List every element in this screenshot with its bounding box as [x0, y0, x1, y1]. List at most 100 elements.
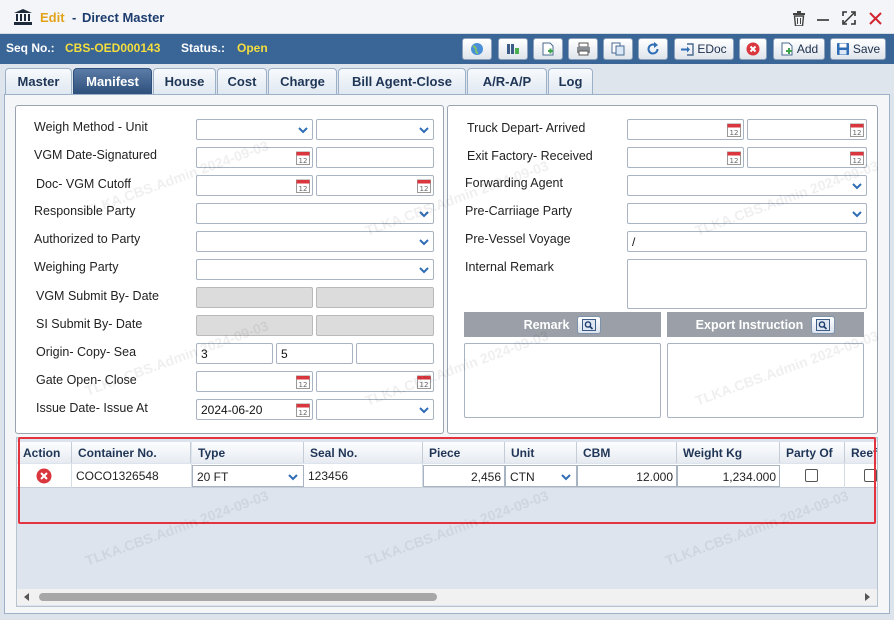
col-party-of[interactable]: Party Of [780, 442, 845, 463]
calendar-icon: 12 [727, 151, 741, 165]
chevron-down-icon [419, 239, 429, 246]
doc-cutoff-input[interactable]: 12 [196, 175, 313, 196]
si-submit-date-input [316, 315, 434, 336]
seal-no-value: 123456 [308, 469, 349, 483]
batch-icon [507, 44, 519, 54]
tab-manifest[interactable]: Manifest [73, 68, 152, 94]
delete-window-button[interactable] [790, 9, 808, 27]
factory-received-input[interactable]: 12 [747, 147, 867, 168]
piece-value: 2,456 [470, 470, 501, 484]
tab-cost[interactable]: Cost [217, 68, 267, 94]
globe-icon [471, 43, 483, 55]
issue-date-input[interactable]: 2024-06-20 12 [196, 399, 313, 420]
export-instruction-lookup-button[interactable] [811, 315, 836, 334]
col-unit[interactable]: Unit [505, 442, 577, 463]
delete-row-button[interactable] [17, 464, 72, 488]
vgm-date-input[interactable]: 12 [196, 147, 313, 168]
refresh-button[interactable] [638, 38, 668, 60]
new-document-button[interactable] [533, 38, 563, 60]
save-button[interactable]: Save [830, 38, 886, 60]
issue-date-label: Issue Date- Issue At [36, 401, 148, 415]
authorized-party-select[interactable] [196, 231, 434, 252]
pre-carriage-select[interactable] [627, 203, 867, 224]
copy-button[interactable] [603, 38, 633, 60]
col-container-no[interactable]: Container No. [72, 442, 191, 463]
pre-vessel-input[interactable]: / [627, 231, 867, 252]
edoc-button[interactable]: EDoc [674, 38, 734, 60]
unit-value: CTN [510, 470, 535, 484]
internal-remark-textarea[interactable] [627, 259, 867, 309]
forwarding-agent-select[interactable] [627, 175, 867, 196]
tab-bill-agent-close[interactable]: Bill Agent-Close [338, 68, 466, 94]
remark-textarea[interactable] [464, 343, 661, 418]
globe-button[interactable] [462, 38, 492, 60]
gate-close-input[interactable]: 12 [316, 371, 434, 392]
record-toolbar: Seq No.: CBS-OED000143 Status.: Open EDo… [0, 34, 894, 64]
col-weight-kg[interactable]: Weight Kg [677, 442, 780, 463]
origin-copy-sea-label: Origin- Copy- Sea [36, 345, 137, 359]
delete-icon [36, 468, 52, 484]
vgm-signatured-input[interactable] [316, 147, 434, 168]
col-reef[interactable]: Reef [845, 442, 877, 463]
tab-log[interactable]: Log [548, 68, 593, 94]
party-of-checkbox[interactable] [805, 469, 818, 482]
pre-vessel-label: Pre-Vessel Voyage [465, 232, 571, 246]
gate-open-input[interactable]: 12 [196, 371, 313, 392]
tab-master[interactable]: Master [5, 68, 72, 94]
col-action[interactable]: Action [17, 442, 72, 463]
weight-kg-input[interactable]: 1,234.000 [677, 465, 780, 487]
col-piece[interactable]: Piece [423, 442, 505, 463]
unit-select[interactable]: CTN [505, 465, 577, 487]
cancel-icon [746, 42, 760, 56]
responsible-party-select[interactable] [196, 203, 434, 224]
maximize-button[interactable] [840, 9, 858, 27]
reef-checkbox[interactable] [864, 469, 877, 482]
container-no-cell[interactable]: COCO1326548 [72, 464, 192, 488]
minimize-button[interactable] [814, 9, 832, 27]
issue-date-value: 2024-06-20 [201, 403, 263, 417]
cancel-record-button[interactable] [739, 38, 767, 60]
truck-arrived-input[interactable]: 12 [747, 119, 867, 140]
scrollbar-thumb[interactable] [39, 593, 437, 601]
vgm-cutoff-input[interactable]: 12 [316, 175, 434, 196]
weigh-unit-select[interactable] [316, 119, 434, 140]
sea-input[interactable] [356, 343, 434, 364]
minimize-icon [817, 19, 829, 21]
origin-input[interactable]: 3 [196, 343, 273, 364]
window-title: Direct Master [82, 10, 165, 25]
svg-text:12: 12 [420, 185, 429, 193]
add-button[interactable]: Add [773, 38, 825, 60]
exit-factory-input[interactable]: 12 [627, 147, 744, 168]
scroll-right-icon[interactable] [863, 593, 871, 601]
svg-text:12: 12 [853, 129, 862, 137]
truck-depart-input[interactable]: 12 [627, 119, 744, 140]
batch-button[interactable] [498, 38, 528, 60]
horizontal-scrollbar[interactable] [17, 589, 877, 605]
window-mode: Edit [40, 10, 65, 25]
type-select[interactable]: 20 FT [192, 465, 304, 487]
bank-icon [14, 9, 32, 25]
chevron-down-icon [561, 474, 571, 481]
piece-input[interactable]: 2,456 [423, 465, 505, 487]
save-label: Save [852, 42, 881, 56]
scroll-left-icon[interactable] [23, 593, 31, 601]
tab-charge[interactable]: Charge [268, 68, 337, 94]
export-instruction-textarea[interactable] [667, 343, 864, 418]
copy-input[interactable]: 5 [276, 343, 353, 364]
tab-ar-ap[interactable]: A/R-A/P [467, 68, 547, 94]
col-type[interactable]: Type [192, 442, 304, 463]
print-button[interactable] [568, 38, 598, 60]
window-title-separator: - [72, 10, 77, 25]
cbm-input[interactable]: 12.000 [577, 465, 677, 487]
close-window-button[interactable] [866, 9, 884, 27]
remark-lookup-button[interactable] [577, 315, 602, 334]
col-seal-no[interactable]: Seal No. [304, 442, 423, 463]
tab-house[interactable]: House [153, 68, 216, 94]
col-cbm[interactable]: CBM [577, 442, 677, 463]
calendar-icon: 12 [850, 123, 864, 137]
weigh-method-select[interactable] [196, 119, 313, 140]
weighing-party-select[interactable] [196, 259, 434, 280]
refresh-icon [647, 42, 659, 55]
issue-at-select[interactable] [316, 399, 434, 420]
seal-no-cell[interactable]: 123456 [304, 464, 423, 488]
